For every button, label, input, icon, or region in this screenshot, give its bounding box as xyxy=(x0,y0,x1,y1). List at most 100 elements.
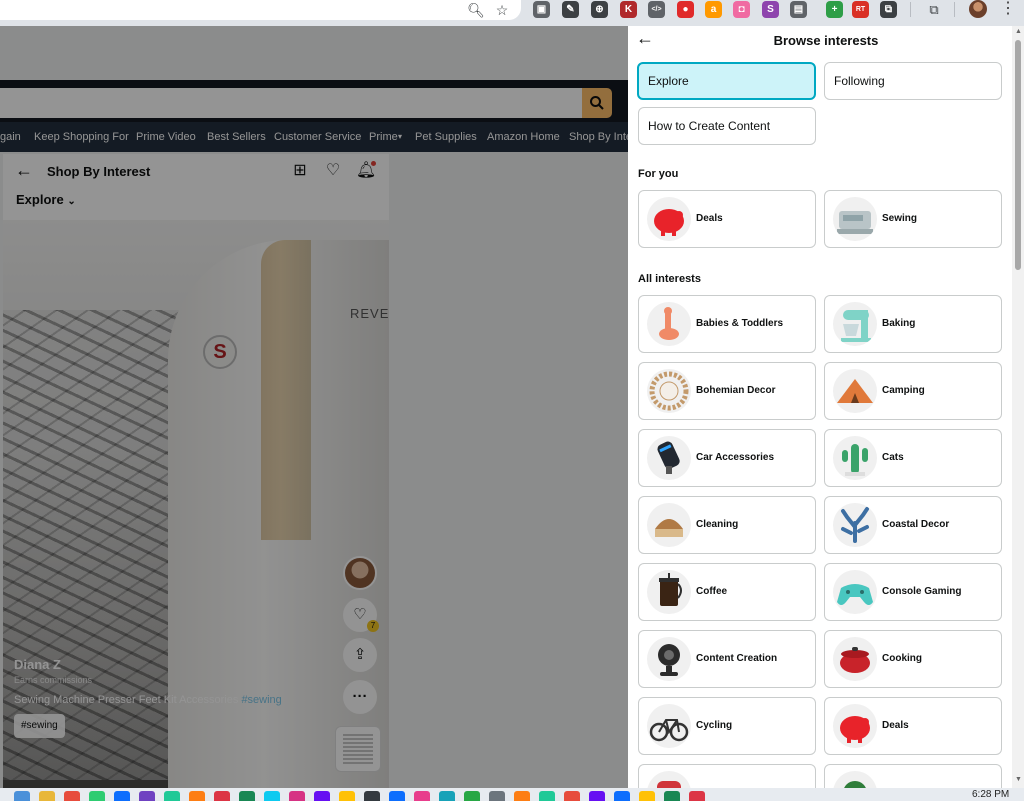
taskbar-app-icon[interactable] xyxy=(689,791,705,801)
browser-menu-icon[interactable]: ⋮ xyxy=(1000,0,1016,20)
taskbar-app-icon[interactable] xyxy=(164,791,180,801)
modal-overlay[interactable] xyxy=(0,26,628,788)
taskbar-app-icon[interactable] xyxy=(289,791,305,801)
taskbar-app-icon[interactable] xyxy=(439,791,455,801)
interest-tile-coastal-decor[interactable]: Coastal Decor xyxy=(824,496,1002,554)
panel-title: Browse interests xyxy=(773,33,879,48)
star-icon[interactable]: ☆ xyxy=(492,0,512,20)
for-you-tile-label: Sewing xyxy=(882,213,918,224)
interest-tile-coffee[interactable]: Coffee xyxy=(638,563,816,621)
taskbar-app-icon[interactable] xyxy=(14,791,30,801)
taskbar-app-icon[interactable] xyxy=(564,791,580,801)
tab-how-to-create-content[interactable]: How to Create Content xyxy=(638,107,816,145)
profile-avatar[interactable] xyxy=(969,0,987,18)
interest-tile-label: Cycling xyxy=(696,720,733,731)
taskbar-app-icon[interactable] xyxy=(639,791,655,801)
for-you-tile-label: Deals xyxy=(696,213,723,224)
taskbar-app-icon[interactable] xyxy=(139,791,155,801)
panel-scrollbar[interactable]: ▲ ▼ xyxy=(1012,26,1024,788)
browse-interests-panel: Browse interests ← Explore Following How… xyxy=(628,26,1012,788)
taskbar-app-icon[interactable] xyxy=(614,791,630,801)
notes-extension-icon[interactable]: ▤ xyxy=(790,1,807,18)
tent-icon xyxy=(833,369,877,413)
for-you-heading: For you xyxy=(638,168,679,180)
interest-tile-cycling[interactable]: Cycling xyxy=(638,697,816,755)
cactus-cat-tree-icon xyxy=(833,436,877,480)
scroll-up-arrow-icon[interactable]: ▲ xyxy=(1015,28,1022,35)
globe-extension-icon[interactable]: ⊕ xyxy=(591,1,608,18)
address-bar[interactable]: 🔍︎ ☆ xyxy=(0,0,521,20)
taskbar-app-icon[interactable] xyxy=(339,791,355,801)
rattan-mirror-icon xyxy=(647,369,691,413)
taskbar-app-icon[interactable] xyxy=(514,791,530,801)
webcam-icon xyxy=(647,637,691,681)
code-extension-icon[interactable]: </> xyxy=(648,1,665,18)
interest-tile-console-gaming[interactable]: Console Gaming xyxy=(824,563,1002,621)
tab-following[interactable]: Following xyxy=(824,62,1002,100)
taskbar-app-icon[interactable] xyxy=(539,791,555,801)
eyedropper-extension-icon[interactable]: ✎ xyxy=(562,1,579,18)
taskbar-app-icon[interactable] xyxy=(489,791,505,801)
brush-icon xyxy=(647,503,691,547)
interest-tile-cleaning[interactable]: Cleaning xyxy=(638,496,816,554)
interest-tile-deals[interactable]: Deals xyxy=(824,697,1002,755)
dark-k-extension-icon[interactable]: K xyxy=(620,1,637,18)
side-panel-search-icon[interactable]: ⧉ xyxy=(924,0,944,20)
red-circle-extension-icon[interactable]: ● xyxy=(677,1,694,18)
interest-tile-babies-toddlers[interactable]: Babies & Toddlers xyxy=(638,295,816,353)
taskbar-app-icon[interactable] xyxy=(114,791,130,801)
amazon-a-extension-icon[interactable]: a xyxy=(705,1,722,18)
plus-extension-icon[interactable]: + xyxy=(826,1,843,18)
green-product-icon xyxy=(833,771,877,788)
piggy-bank-icon xyxy=(647,197,691,241)
amazon-page: gain Keep Shopping For Prime Video Best … xyxy=(0,26,628,788)
back-arrow-icon[interactable]: ← xyxy=(636,28,654,49)
interest-tile-label: Cooking xyxy=(882,653,922,664)
interest-tile-label: Console Gaming xyxy=(882,586,962,597)
swirl-extension-icon[interactable]: S xyxy=(762,1,779,18)
taskbar-app-icon[interactable] xyxy=(589,791,605,801)
taskbar-app-icon[interactable] xyxy=(364,791,380,801)
interest-tile-label: Bohemian Decor xyxy=(696,385,776,396)
interest-tile-bohemian-decor[interactable]: Bohemian Decor xyxy=(638,362,816,420)
zoom-icon[interactable]: 🔍︎ xyxy=(466,0,486,20)
dutch-oven-icon xyxy=(833,637,877,681)
taskbar-app-icon[interactable] xyxy=(214,791,230,801)
taskbar-app-icon[interactable] xyxy=(64,791,80,801)
for-you-tile-deals[interactable]: Deals xyxy=(638,190,816,248)
scroll-down-arrow-icon[interactable]: ▼ xyxy=(1015,776,1022,783)
taskbar-app-icon[interactable] xyxy=(189,791,205,801)
taskbar-app-icon[interactable] xyxy=(414,791,430,801)
interest-tile-baking[interactable]: Baking xyxy=(824,295,1002,353)
piggy-bank-icon xyxy=(833,704,877,748)
taskbar-app-icon[interactable] xyxy=(389,791,405,801)
toolbar-divider xyxy=(910,2,911,17)
interest-tile-label: Baking xyxy=(882,318,916,329)
coral-icon xyxy=(833,503,877,547)
taskbar-app-icon[interactable] xyxy=(264,791,280,801)
interest-tile-camping[interactable]: Camping xyxy=(824,362,1002,420)
french-press-icon xyxy=(647,570,691,614)
rt-extension-icon[interactable]: RT xyxy=(852,1,869,18)
interest-tile-label: Camping xyxy=(882,385,925,396)
taskbar-app-icon[interactable] xyxy=(239,791,255,801)
taskbar-app-icon[interactable] xyxy=(89,791,105,801)
puzzle-extension-icon[interactable]: ⧉ xyxy=(880,1,897,18)
interest-tile-cats[interactable]: Cats xyxy=(824,429,1002,487)
taskbar-app-icon[interactable] xyxy=(39,791,55,801)
taskbar-app-icon[interactable] xyxy=(464,791,480,801)
taskbar-app-icon[interactable] xyxy=(314,791,330,801)
interest-tile-partial-14[interactable] xyxy=(638,764,816,788)
for-you-tile-sewing[interactable]: Sewing xyxy=(824,190,1002,248)
interest-tile-car-accessories[interactable]: Car Accessories xyxy=(638,429,816,487)
interest-tile-partial-15[interactable] xyxy=(824,764,1002,788)
scrollbar-thumb[interactable] xyxy=(1015,40,1021,270)
taskbar-app-icon[interactable] xyxy=(664,791,680,801)
interest-tile-cooking[interactable]: Cooking xyxy=(824,630,1002,688)
interest-tile-content-creation[interactable]: Content Creation xyxy=(638,630,816,688)
reader-extension-icon[interactable]: ▣ xyxy=(533,1,550,18)
tab-explore[interactable]: Explore xyxy=(637,62,816,100)
os-taskbar: 6:28 PM xyxy=(0,788,1024,801)
interest-tile-label: Babies & Toddlers xyxy=(696,318,784,329)
pink-square-extension-icon[interactable]: ◘ xyxy=(733,1,750,18)
